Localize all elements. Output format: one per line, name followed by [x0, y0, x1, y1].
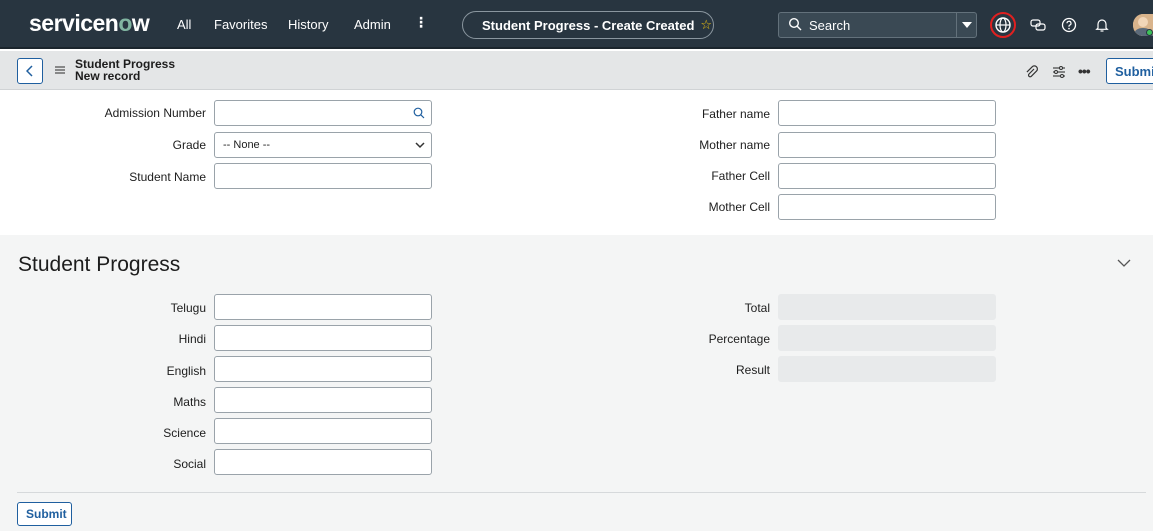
form-divider: [17, 492, 1146, 493]
student-progress-section: [0, 235, 1153, 531]
submit-button-bottom[interactable]: Submit: [17, 502, 72, 526]
admission-number-lookup-button[interactable]: [406, 100, 432, 126]
back-button[interactable]: [17, 58, 43, 84]
section-title: Student Progress: [18, 253, 181, 276]
admission-number-input[interactable]: [214, 100, 407, 126]
total-label: Total: [744, 301, 770, 315]
hindi-label: Hindi: [178, 332, 206, 346]
star-icon[interactable]: ☆: [700, 17, 712, 33]
social-label: Social: [173, 457, 206, 471]
tab-title-pill[interactable]: Student Progress - Create Created ☆: [462, 11, 714, 39]
mother-cell-label: Mother Cell: [708, 200, 770, 214]
chevron-down-icon: [415, 142, 425, 149]
result-field: [778, 356, 996, 382]
back-icon: [26, 65, 33, 77]
mother-name-input[interactable]: [778, 132, 996, 158]
english-input[interactable]: [214, 356, 432, 382]
father-cell-input[interactable]: [778, 163, 996, 189]
global-search[interactable]: Search: [778, 12, 977, 38]
record-header: Student Progress New record ••• Submit: [0, 51, 1153, 90]
avatar[interactable]: [1133, 14, 1153, 36]
result-label: Result: [735, 363, 770, 377]
search-icon: [413, 107, 424, 119]
telugu-input[interactable]: [214, 294, 432, 320]
telugu-label: Telugu: [170, 301, 206, 315]
search-icon: [788, 17, 802, 31]
nav-history[interactable]: History: [288, 17, 328, 32]
grade-selected-value: -- None --: [223, 139, 271, 151]
servicenow-logo[interactable]: servicenow: [29, 10, 150, 37]
settings-icon[interactable]: [1051, 64, 1067, 80]
science-label: Science: [163, 426, 206, 440]
maths-label: Maths: [173, 395, 206, 409]
tab-title: Student Progress - Create Created: [482, 17, 695, 33]
student-name-label: Student Name: [129, 170, 206, 184]
mother-name-label: Mother name: [699, 138, 770, 152]
grade-select[interactable]: -- None --: [214, 132, 432, 158]
hindi-input[interactable]: [214, 325, 432, 351]
admission-number-label: Admission Number: [104, 106, 206, 120]
grade-label: Grade: [172, 138, 206, 152]
mother-cell-input[interactable]: [778, 194, 996, 220]
student-name-input[interactable]: [214, 163, 432, 189]
nav-more-menu[interactable]: ⋮: [414, 14, 428, 31]
father-name-label: Father name: [701, 107, 770, 121]
presence-indicator: [1146, 29, 1153, 36]
chat-icon[interactable]: [1029, 16, 1047, 34]
nav-all[interactable]: All: [177, 17, 191, 32]
nav-favorites[interactable]: Favorites: [214, 17, 267, 32]
english-label: English: [166, 364, 206, 378]
paperclip-icon[interactable]: [1023, 64, 1039, 80]
help-icon[interactable]: [1060, 16, 1078, 34]
record-subtitle: New record: [75, 69, 141, 83]
father-cell-label: Father Cell: [711, 169, 770, 183]
science-input[interactable]: [214, 418, 432, 444]
globe-icon[interactable]: [994, 16, 1012, 34]
nav-admin[interactable]: Admin: [354, 17, 391, 32]
bell-icon[interactable]: [1093, 16, 1111, 34]
more-icon[interactable]: •••: [1078, 63, 1091, 79]
total-field: [778, 294, 996, 320]
search-placeholder: Search: [809, 18, 851, 33]
search-scope-dropdown[interactable]: [956, 13, 976, 37]
percentage-field: [778, 325, 996, 351]
percentage-label: Percentage: [708, 332, 770, 346]
chevron-down-icon[interactable]: [1117, 258, 1131, 268]
maths-input[interactable]: [214, 387, 432, 413]
father-name-input[interactable]: [778, 100, 996, 126]
hamburger-icon[interactable]: [53, 63, 67, 77]
caret-down-icon: [961, 22, 972, 28]
top-navigation-bar: servicenow All Favorites History Admin ⋮…: [0, 0, 1153, 49]
social-input[interactable]: [214, 449, 432, 475]
submit-button-top[interactable]: Submit: [1106, 58, 1153, 84]
